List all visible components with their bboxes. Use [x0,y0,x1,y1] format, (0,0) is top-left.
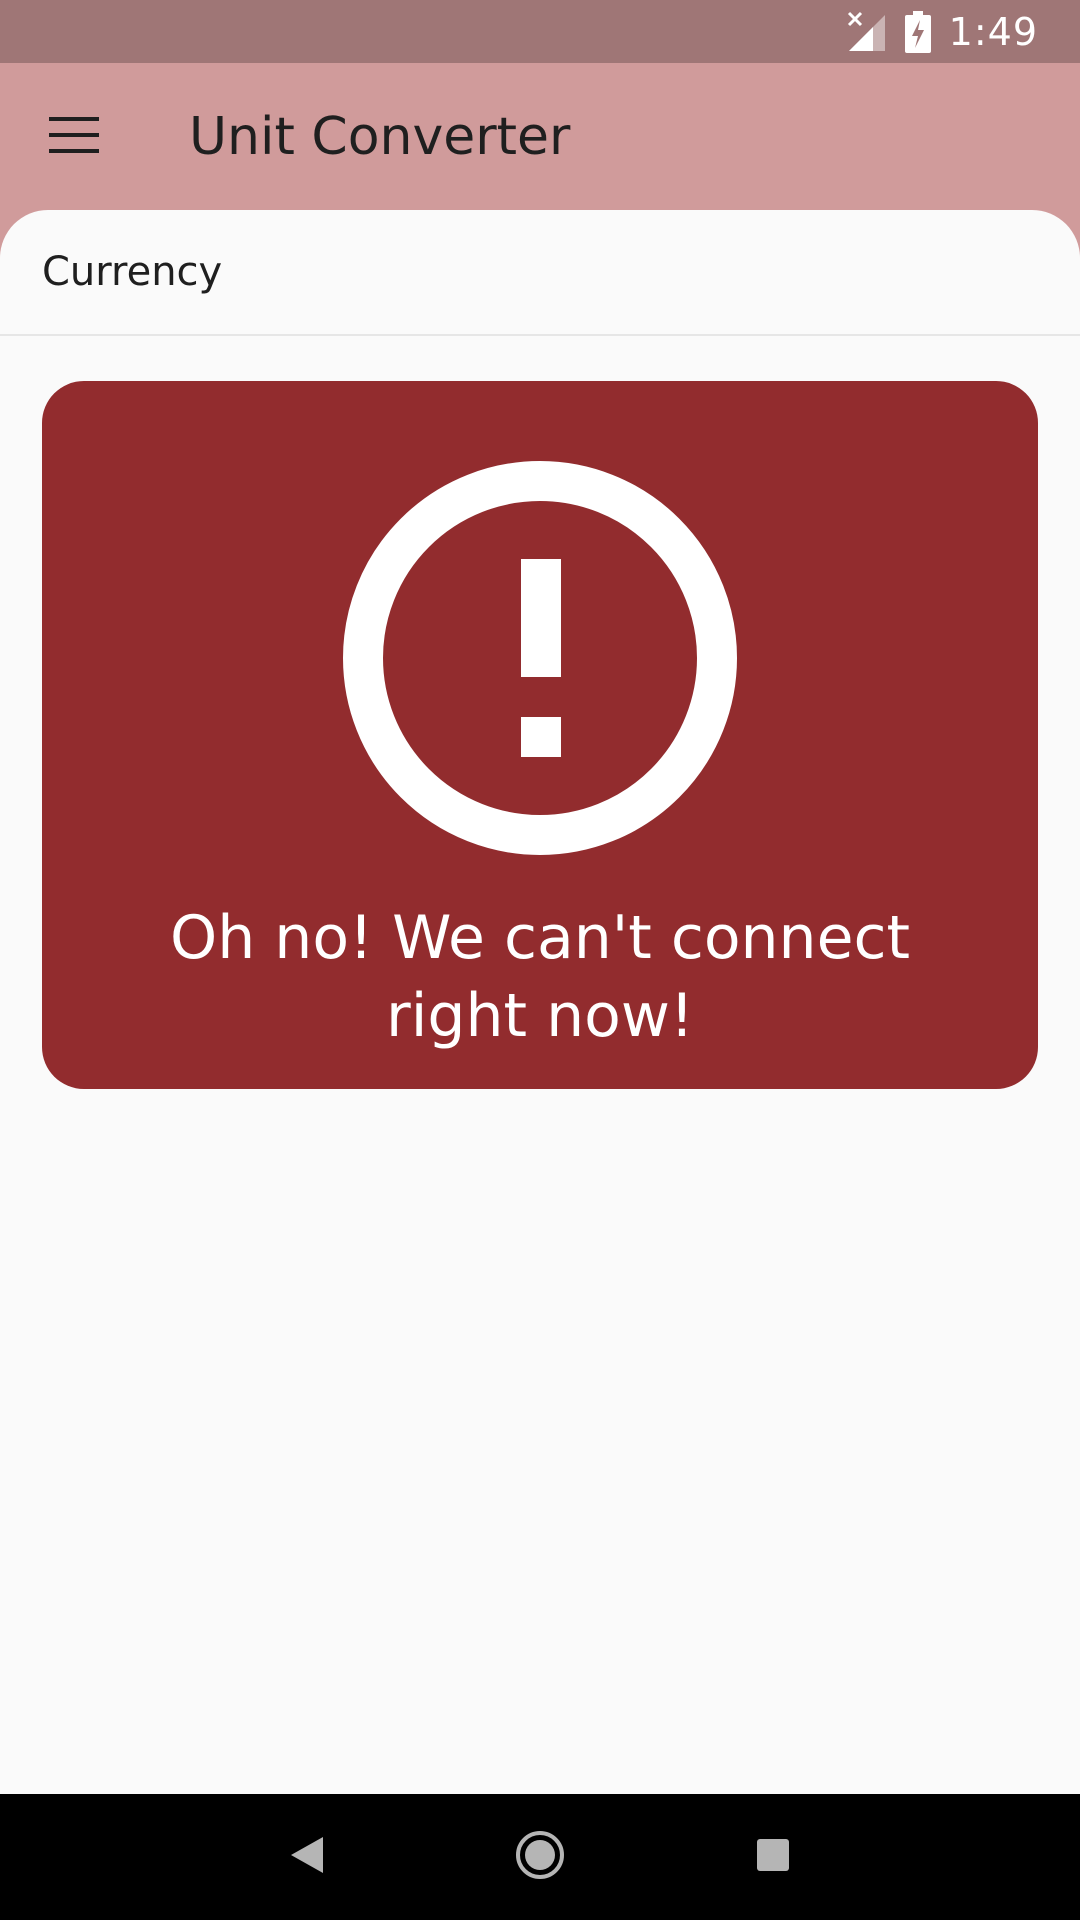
battery-charging-icon [904,10,931,53]
back-button[interactable] [262,1812,352,1902]
nav-bar [0,1794,1080,1920]
status-bar: 1:49 [0,0,1080,63]
exclamation-circle-icon [343,461,737,859]
error-message: Oh no! We can't connect right now! [169,903,911,1051]
status-time: 1:49 [948,9,1038,54]
section-header: Currency [0,210,1080,336]
recents-button[interactable] [728,1812,818,1902]
app-title: Unit Converter [189,106,571,167]
screen: 1:49 Unit Converter Currency Oh no! We c… [0,0,1080,1920]
home-icon [514,1829,566,1885]
content-sheet: Currency Oh no! We can't connect right n… [0,210,1080,1794]
app-bar: Unit Converter [0,63,1080,210]
signal-off-icon [845,11,887,53]
section-title: Currency [42,249,223,295]
menu-button[interactable] [0,63,147,210]
home-button[interactable] [495,1812,585,1902]
hamburger-menu-icon [48,116,99,157]
error-card: Oh no! We can't connect right now! [42,381,1038,1089]
back-icon [289,1835,325,1879]
recents-icon [756,1838,790,1876]
